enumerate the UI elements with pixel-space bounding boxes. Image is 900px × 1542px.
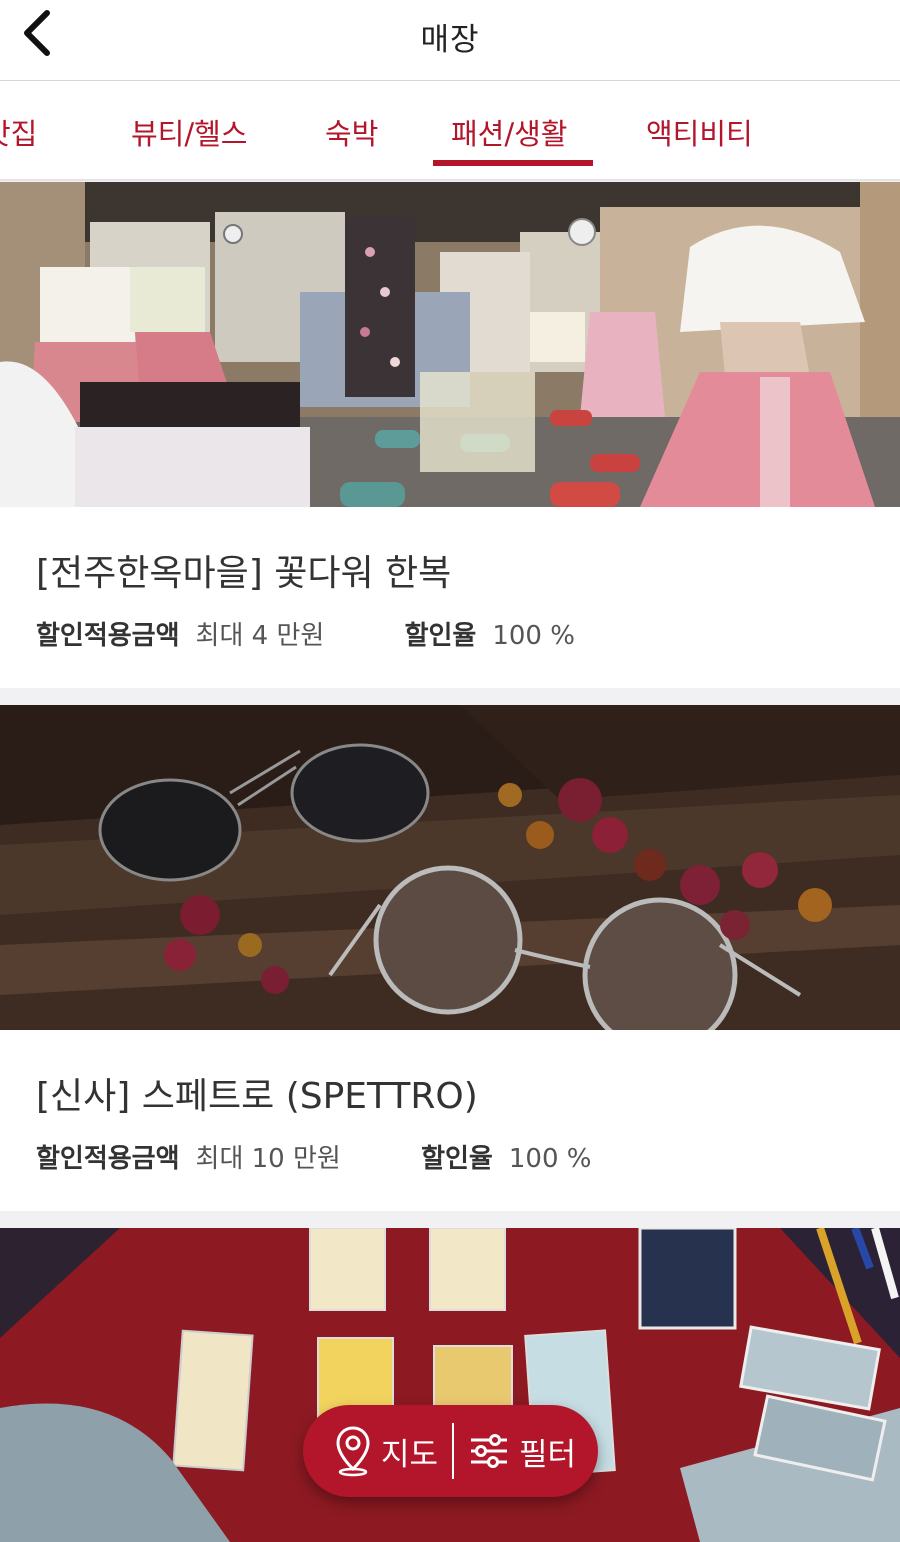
discount-amount-label: 할인적용금액 [36, 621, 180, 651]
map-label: 지도 [381, 1436, 439, 1473]
store-name[interactable]: [전주한옥마을] 꽃다워 한복 [36, 544, 451, 596]
filter-label: 필터 [519, 1436, 577, 1473]
tab-beauty-health[interactable]: 뷰티/헬스 [131, 111, 248, 153]
active-tab-indicator [433, 160, 593, 166]
category-tabs: 맛집 뷰티/헬스 숙박 패션/생활 액티비티 [0, 81, 900, 181]
tab-activity[interactable]: 액티비티 [646, 111, 753, 153]
store-photo-hanbok [0, 182, 900, 507]
page-title: 매장 [420, 22, 480, 58]
store-photo-eyewear [0, 705, 900, 1030]
tab-restaurant[interactable]: 맛집 [0, 111, 37, 153]
discount-rate-label: 할인율 [404, 621, 477, 651]
app-header: 매장 [0, 0, 900, 81]
filter-button[interactable]: 필터 [469, 1405, 576, 1497]
map-filter-bar: 지도 필터 [303, 1405, 598, 1497]
discount-amount-value: 최대 10 만원 [195, 1144, 341, 1174]
tab-fashion-life[interactable]: 패션/생활 [451, 111, 568, 153]
discount-amount-value: 최대 4 만원 [195, 621, 325, 651]
discount-rate-label: 할인율 [421, 1144, 493, 1174]
store-card[interactable]: [전주한옥마을] 꽃다워 한복 할인적용금액 최대 4 만원 할인율 100 % [0, 182, 900, 688]
discount-info: 할인적용금액 최대 10 만원 할인율 100 % [36, 1138, 591, 1175]
sliders-icon [471, 1434, 507, 1468]
tab-lodging[interactable]: 숙박 [325, 111, 378, 153]
map-pin-icon [336, 1426, 370, 1477]
store-card[interactable]: [신사] 스페트로 (SPETTRO) 할인적용금액 최대 10 만원 할인율 10… [0, 705, 900, 1211]
bar-divider [452, 1423, 454, 1479]
map-button[interactable]: 지도 [335, 1405, 438, 1497]
discount-rate-value: 100 % [508, 1144, 592, 1174]
discount-info: 할인적용금액 최대 4 만원 할인율 100 % [36, 615, 575, 652]
store-name[interactable]: [신사] 스페트로 (SPETTRO) [36, 1067, 478, 1119]
discount-rate-value: 100 % [492, 621, 575, 651]
discount-amount-label: 할인적용금액 [36, 1144, 180, 1174]
